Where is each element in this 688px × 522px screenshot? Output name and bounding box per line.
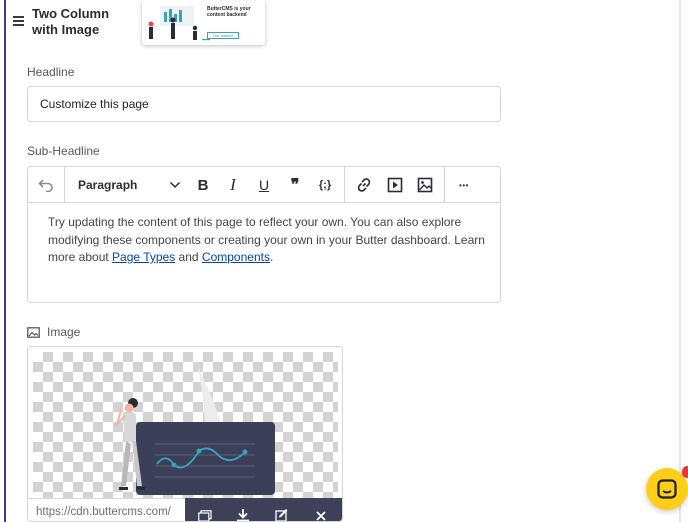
italic-button[interactable]: I bbox=[221, 167, 245, 203]
link-button[interactable] bbox=[352, 167, 376, 203]
quote-icon: ❞ bbox=[290, 177, 300, 194]
editor-content[interactable]: Try updating the content of this page to… bbox=[48, 214, 488, 267]
image-label: Image bbox=[47, 325, 81, 339]
remove-image-button[interactable] bbox=[306, 498, 336, 521]
image-field-icon bbox=[27, 325, 41, 338]
undo-button[interactable] bbox=[28, 167, 64, 203]
download-image-button[interactable] bbox=[228, 498, 258, 521]
headline-label: Headline bbox=[27, 65, 75, 79]
page-types-link[interactable]: Page Types bbox=[112, 250, 175, 264]
image-preview[interactable] bbox=[33, 352, 338, 499]
underline-icon: U bbox=[258, 177, 270, 193]
download-icon bbox=[237, 509, 249, 521]
block-format-value: Paragraph bbox=[78, 178, 138, 192]
code-icon: {;} bbox=[318, 179, 332, 191]
image-url-input[interactable] bbox=[28, 498, 185, 521]
thumbnail-heading: ButterCMS is your content backend bbox=[207, 6, 251, 18]
bold-button[interactable]: B bbox=[191, 167, 215, 203]
subheadline-label: Sub-Headline bbox=[27, 144, 100, 158]
edit-icon bbox=[275, 509, 288, 521]
components-link[interactable]: Components bbox=[202, 250, 270, 264]
edit-image-button[interactable] bbox=[267, 498, 297, 521]
thumbnail-button: Get started bbox=[207, 32, 239, 39]
image-url-bar bbox=[28, 498, 342, 521]
more-icon: ••• bbox=[459, 180, 469, 190]
image-gallery-icon bbox=[198, 510, 212, 521]
chevron-down-icon bbox=[169, 181, 181, 189]
toolbar-divider bbox=[344, 167, 345, 203]
insert-image-button[interactable] bbox=[413, 167, 437, 203]
code-button[interactable]: {;} bbox=[313, 167, 337, 203]
component-title: Two Column with Image bbox=[32, 6, 132, 38]
notification-badge bbox=[682, 466, 688, 478]
link-icon bbox=[357, 178, 371, 192]
image-preview-illustration bbox=[114, 367, 275, 495]
headline-input[interactable] bbox=[27, 86, 501, 122]
insert-video-button[interactable] bbox=[383, 167, 407, 203]
image-actions bbox=[185, 498, 342, 521]
underline-button[interactable]: U bbox=[252, 167, 276, 203]
more-options-button[interactable]: ••• bbox=[452, 167, 476, 203]
block-format-select[interactable]: Paragraph bbox=[65, 167, 185, 203]
toolbar-divider bbox=[444, 167, 445, 203]
chat-icon bbox=[657, 479, 677, 499]
component-title-line-1: Two Column bbox=[32, 6, 110, 21]
close-icon bbox=[316, 511, 326, 521]
editor-toolbar: Paragraph B I U ❞ {;} ••• bbox=[28, 167, 500, 203]
rich-text-editor: Paragraph B I U ❞ {;} ••• Try updating t… bbox=[27, 166, 501, 303]
component-thumbnail[interactable]: ButterCMS is your content backend Get st… bbox=[142, 0, 265, 45]
undo-icon bbox=[38, 179, 53, 192]
video-icon bbox=[387, 177, 403, 193]
left-accent-rule bbox=[4, 0, 6, 522]
component-title-line-2: with Image bbox=[32, 22, 100, 37]
italic-icon: I bbox=[230, 175, 236, 194]
blockquote-button[interactable]: ❞ bbox=[283, 167, 307, 203]
component-header: Two Column with Image ButterCMS is your … bbox=[0, 0, 672, 52]
drag-handle-icon[interactable] bbox=[13, 16, 24, 27]
editor-text: . bbox=[269, 250, 274, 264]
panel-right-edge bbox=[679, 0, 681, 522]
editor-text: and bbox=[175, 250, 202, 264]
image-field bbox=[27, 346, 343, 522]
replace-image-button[interactable] bbox=[190, 498, 220, 521]
bold-icon: B bbox=[197, 176, 209, 194]
image-icon bbox=[417, 177, 433, 193]
